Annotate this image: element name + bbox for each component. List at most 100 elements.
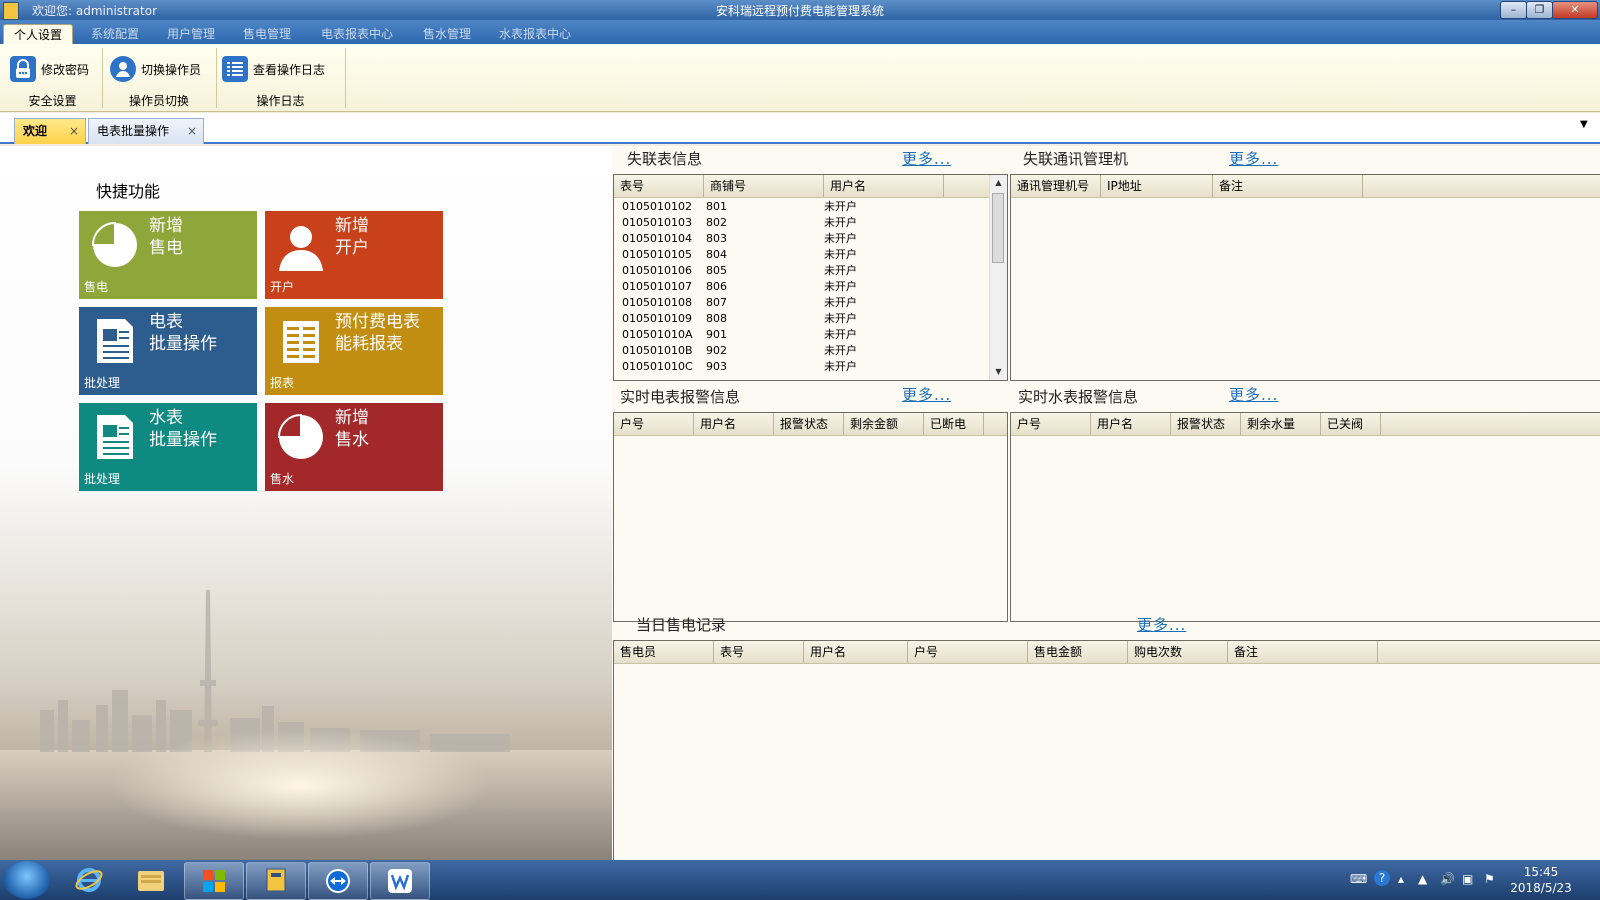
column-header[interactable]: 用户名 (694, 413, 774, 435)
table-row[interactable]: 010501010A 901 未开户 (614, 327, 989, 343)
column-header[interactable]: 表号 (614, 175, 704, 197)
taskbar: ⌨ ? ▴ ▲ 🔊 ▣ ⚑ 15:45 2018/5/23 (0, 860, 1600, 900)
vertical-scrollbar[interactable]: ▲ ▼ (989, 175, 1007, 380)
column-header[interactable]: 购电次数 (1128, 641, 1228, 663)
menu-tab-sales[interactable]: 售电管理 (233, 24, 301, 44)
tile-caption: 批处理 (84, 376, 121, 390)
windows-flag-icon[interactable] (184, 862, 244, 900)
view-log-button[interactable]: 查看操作日志 (222, 52, 325, 86)
show-hidden-icon[interactable]: ▲ (1418, 872, 1427, 886)
tile-new-electricity-sale[interactable]: 新增 售电 售电 (79, 211, 257, 299)
volume-icon[interactable]: 🔊 (1440, 872, 1455, 886)
table-row[interactable]: 0105010104 803 未开户 (614, 231, 989, 247)
tile-caption: 售电 (84, 280, 109, 294)
help-icon[interactable]: ? (1374, 870, 1390, 886)
tray-expand-icon[interactable]: ▴ (1398, 872, 1404, 886)
table-row[interactable]: 0105010109 808 未开户 (614, 311, 989, 327)
tile-energy-report[interactable]: 预付费电表 能耗报表 报表 (265, 307, 443, 395)
table-row[interactable]: 010501010B 902 未开户 (614, 343, 989, 359)
close-tab-icon[interactable]: × (69, 119, 79, 143)
report-icon (283, 321, 319, 363)
teamviewer-icon[interactable] (308, 862, 368, 900)
menu-tab-water-sales[interactable]: 售水管理 (413, 24, 481, 44)
wps-icon[interactable] (370, 862, 430, 900)
table-row[interactable]: 0105010103 802 未开户 (614, 215, 989, 231)
table-row[interactable]: 0105010106 805 未开户 (614, 263, 989, 279)
action-center-icon[interactable]: ⚑ (1484, 872, 1495, 886)
menu-tab-users[interactable]: 用户管理 (157, 24, 225, 44)
column-header[interactable]: 通讯管理机号 (1011, 175, 1101, 197)
tile-water-batch[interactable]: 水表 批量操作 批处理 (79, 403, 257, 491)
menu-tab-personal[interactable]: 个人设置 (3, 24, 74, 45)
column-header[interactable]: 剩余水量 (1241, 413, 1321, 435)
column-header[interactable]: 户号 (908, 641, 1028, 663)
tab-list-dropdown-icon[interactable]: ▼ (1580, 119, 1596, 130)
close-button[interactable]: ✕ (1552, 1, 1598, 19)
tile-meter-batch[interactable]: 电表 批量操作 批处理 (79, 307, 257, 395)
tile-new-water-sale[interactable]: 新增 售水 售水 (265, 403, 443, 491)
column-header[interactable]: 报警状态 (1171, 413, 1241, 435)
table-row[interactable]: 0105010108 807 未开户 (614, 295, 989, 311)
menu-tab-water-reports[interactable]: 水表报表中心 (489, 24, 581, 44)
column-header[interactable]: 用户名 (1091, 413, 1171, 435)
column-header[interactable]: 用户名 (804, 641, 908, 663)
column-header[interactable]: 表号 (714, 641, 804, 663)
close-tab-icon[interactable]: × (187, 119, 197, 143)
welcome-panel: 快捷功能 新增 售电 售电 新增 开户 开户 电表 批量操作 批处理 预付费电表… (0, 146, 612, 860)
column-header[interactable]: 户号 (614, 413, 694, 435)
table-row[interactable]: 0105010107 806 未开户 (614, 279, 989, 295)
scroll-up-icon[interactable]: ▲ (990, 175, 1007, 191)
daily-sales-more-link[interactable]: 更多... (1137, 614, 1186, 635)
table-cell: 802 (706, 216, 727, 229)
column-header[interactable]: 售电员 (614, 641, 714, 663)
water-alarms-more-link[interactable]: 更多... (1229, 384, 1278, 405)
app-icon[interactable] (246, 862, 306, 900)
keyboard-icon[interactable]: ⌨ (1350, 872, 1367, 886)
change-password-label: 修改密码 (41, 62, 90, 77)
menu-tab-meter-reports[interactable]: 电表报表中心 (311, 24, 403, 44)
doc-tab-welcome-label: 欢迎 (23, 124, 48, 138)
column-header[interactable]: 售电金额 (1028, 641, 1128, 663)
network-icon[interactable]: ▣ (1462, 872, 1473, 886)
table-cell: 010501010B (622, 344, 693, 357)
column-header[interactable]: 已关阀 (1321, 413, 1381, 435)
tile-line1: 新增 (335, 408, 369, 428)
column-header[interactable]: 备注 (1213, 175, 1363, 197)
menu-tab-system[interactable]: 系统配置 (81, 24, 149, 44)
table-row[interactable]: 0105010102 801 未开户 (614, 199, 989, 215)
system-clock[interactable]: 15:45 2018/5/23 (1496, 864, 1586, 896)
document-icon (97, 415, 133, 459)
column-header[interactable]: 已断电 (924, 413, 984, 435)
ie-icon[interactable] (60, 862, 118, 898)
tile-line2: 售水 (335, 430, 369, 450)
change-password-button[interactable]: 修改密码 (10, 52, 89, 86)
minimize-button[interactable]: – (1500, 1, 1527, 19)
switch-operator-label: 切换操作员 (141, 62, 202, 77)
table-row[interactable]: 010501010C 903 未开户 (614, 359, 989, 375)
column-header[interactable]: 用户名 (824, 175, 944, 197)
doc-tab-meter-batch[interactable]: 电表批量操作 × (88, 118, 204, 144)
lost-meters-more-link[interactable]: 更多... (902, 148, 951, 169)
column-header[interactable]: 剩余金额 (844, 413, 924, 435)
elec-alarms-more-link[interactable]: 更多... (902, 384, 951, 405)
start-orb-icon[interactable] (4, 861, 50, 899)
column-header[interactable]: 商铺号 (704, 175, 824, 197)
table-cell: 未开户 (824, 344, 857, 357)
scroll-down-icon[interactable]: ▼ (990, 364, 1007, 380)
column-header[interactable]: 报警状态 (774, 413, 844, 435)
table-row[interactable]: 0105010105 804 未开户 (614, 247, 989, 263)
tile-new-account[interactable]: 新增 开户 开户 (265, 211, 443, 299)
explorer-icon[interactable] (122, 862, 180, 898)
daily-sales-table: 售电员 表号 用户名 户号 售电金额 购电次数 备注 (613, 640, 1600, 861)
table-cell: 未开户 (824, 248, 857, 261)
column-header[interactable]: IP地址 (1101, 175, 1213, 197)
switch-operator-button[interactable]: 切换操作员 (110, 52, 201, 86)
doc-tab-welcome[interactable]: 欢迎 × (14, 118, 86, 144)
table-cell: 未开户 (824, 216, 857, 229)
column-header[interactable]: 户号 (1011, 413, 1091, 435)
window-title: 安科瑞远程预付费电能管理系统 (715, 4, 884, 18)
column-header[interactable]: 备注 (1228, 641, 1378, 663)
lost-managers-more-link[interactable]: 更多... (1229, 148, 1278, 169)
scrollbar-thumb[interactable] (992, 193, 1004, 263)
restore-button[interactable]: ❐ (1526, 1, 1553, 19)
